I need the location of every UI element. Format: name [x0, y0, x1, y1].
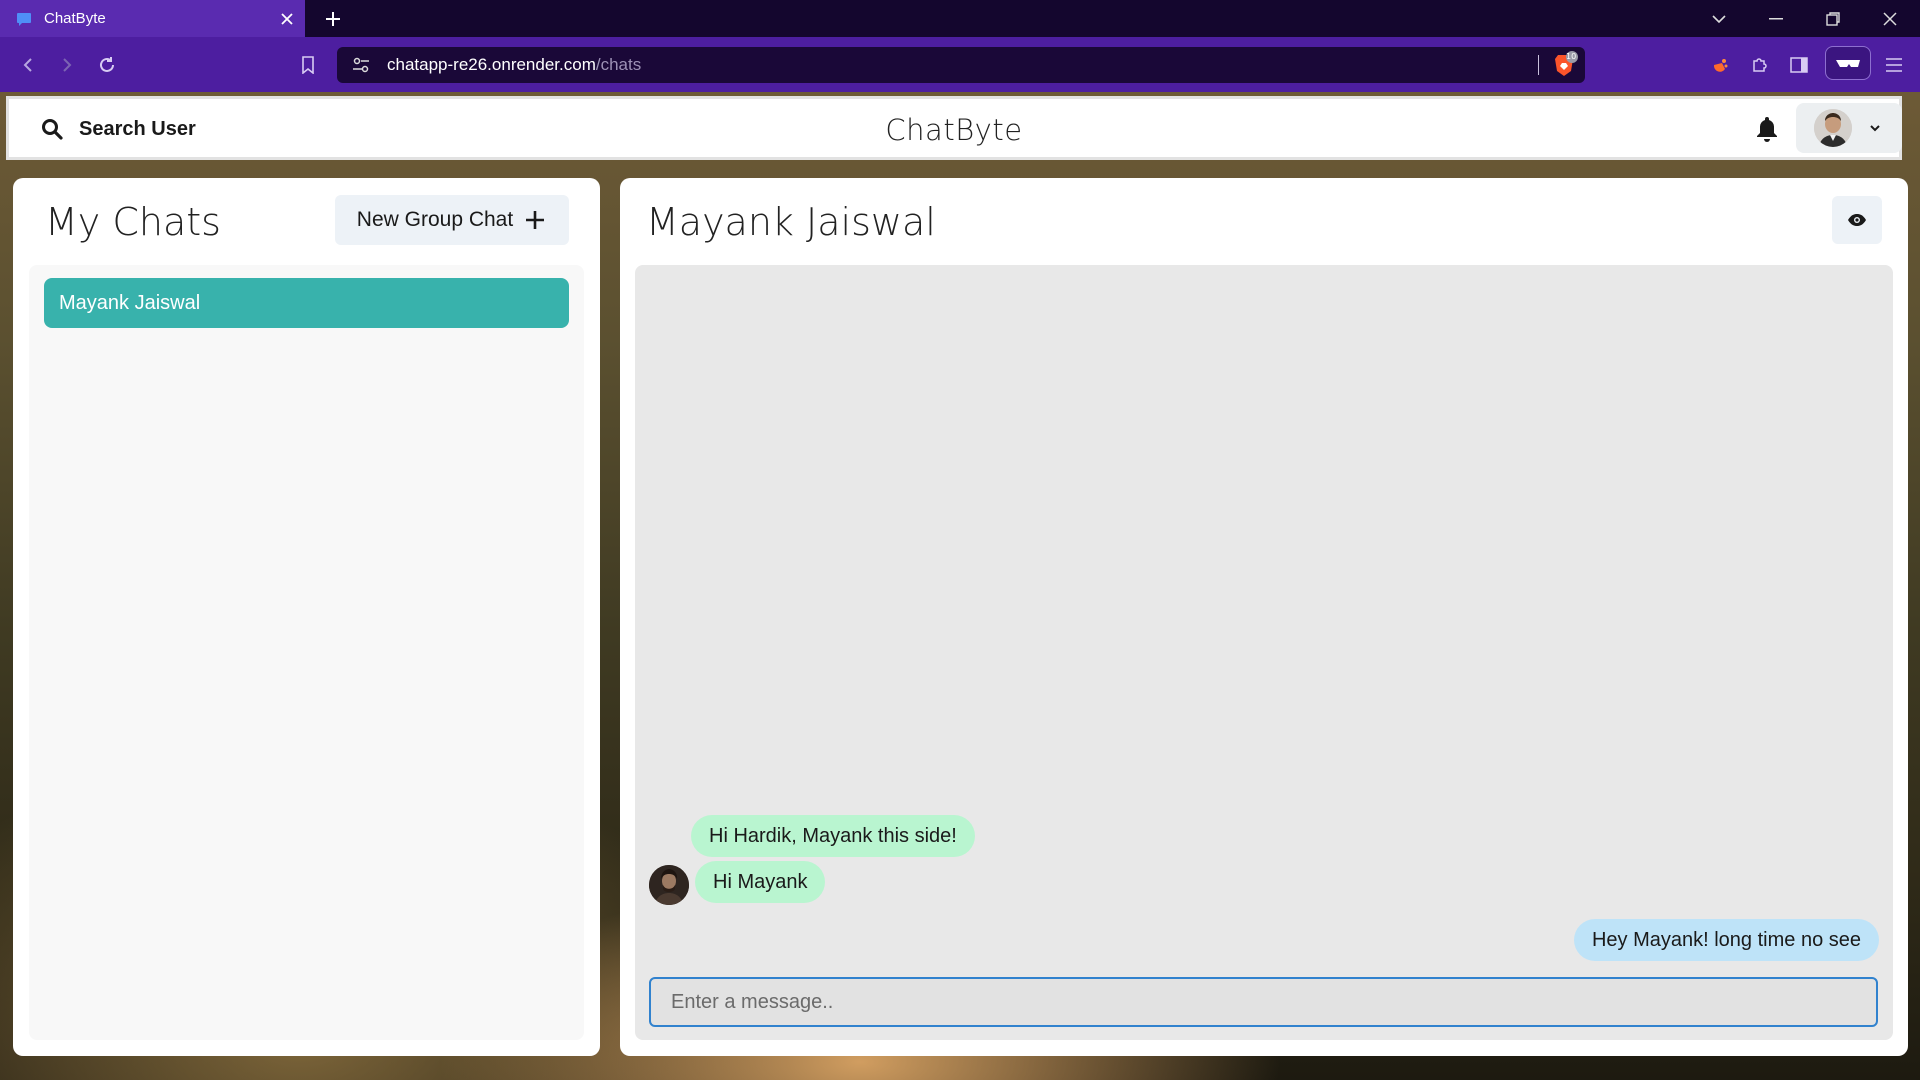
url-text: chatapp-re26.onrender.com/chats — [387, 55, 641, 75]
menu-icon[interactable] — [1878, 49, 1910, 81]
reload-icon[interactable] — [91, 49, 123, 81]
restore-icon[interactable] — [1805, 0, 1861, 37]
brave-shield-icon[interactable]: 10 — [1550, 51, 1578, 79]
shield-count-badge: 10 — [1566, 52, 1577, 61]
private-glasses-icon[interactable] — [1825, 46, 1871, 80]
message-bubble-outgoing: Hey Mayank! long time no see — [1573, 919, 1879, 961]
tab-close-icon[interactable] — [269, 0, 305, 37]
plus-icon — [526, 211, 545, 229]
view-profile-button[interactable] — [1832, 196, 1882, 244]
conversation-panel: Mayank Jaiswal Hi Hardik, Mayank this si… — [620, 178, 1908, 1056]
my-chats-title: My Chats — [45, 200, 221, 244]
new-group-chat-label: New Group Chat — [356, 208, 514, 231]
messages-area: Hi Hardik, Mayank this side! Hi Mayank H… — [635, 265, 1893, 1040]
chevron-down-icon — [1870, 125, 1880, 132]
back-arrow-icon[interactable] — [12, 49, 44, 81]
extensions-icon[interactable] — [1744, 49, 1776, 81]
chat-list: Mayank Jaiswal — [29, 265, 584, 1040]
message-bubble-incoming: Hi Mayank — [695, 861, 826, 903]
profile-menu-button[interactable] — [1796, 103, 1902, 153]
brave-rewards-icon[interactable] — [1704, 49, 1736, 81]
message-input[interactable] — [649, 977, 1878, 1027]
new-group-chat-button[interactable]: New Group Chat — [335, 195, 569, 245]
address-bar[interactable]: chatapp-re26.onrender.com/chats 10 — [337, 47, 1585, 83]
app-brand-title: ChatByte — [885, 113, 1023, 147]
url-host: chatapp-re26.onrender.com — [387, 55, 596, 74]
sender-avatar[interactable] — [649, 865, 689, 905]
app-header: Search User ChatByte — [6, 96, 1902, 160]
notification-bell-icon[interactable] — [1754, 115, 1780, 143]
message-bubble-incoming: Hi Hardik, Mayank this side! — [691, 815, 975, 857]
tab-title: ChatByte — [44, 10, 106, 27]
chat-list-item-name: Mayank Jaiswal — [59, 291, 201, 314]
new-tab-icon[interactable] — [318, 4, 348, 34]
conversation-title: Mayank Jaiswal — [646, 200, 936, 244]
chat-list-item[interactable]: Mayank Jaiswal — [44, 278, 569, 328]
sidebar-toggle-icon[interactable] — [1783, 49, 1815, 81]
eye-icon — [1848, 214, 1866, 226]
omnibox-divider — [1538, 55, 1539, 75]
url-path: /chats — [595, 55, 642, 74]
bookmark-icon[interactable] — [292, 49, 324, 81]
minimize-icon[interactable] — [1748, 0, 1804, 37]
site-settings-icon[interactable] — [351, 55, 371, 75]
avatar — [1814, 109, 1852, 147]
browser-tab-strip: ChatByte — [0, 0, 1920, 37]
chat-bubble-icon — [17, 12, 31, 26]
tab-search-chevron-icon[interactable] — [1691, 0, 1747, 37]
browser-tab[interactable]: ChatByte — [0, 0, 305, 37]
browser-toolbar: chatapp-re26.onrender.com/chats 10 — [0, 37, 1920, 92]
forward-arrow-icon[interactable] — [51, 49, 83, 81]
close-window-icon[interactable] — [1862, 0, 1918, 37]
my-chats-panel: My Chats New Group Chat Mayank Jaiswal — [13, 178, 600, 1056]
page-background: Search User ChatByte My Chats New Group … — [0, 92, 1920, 1080]
